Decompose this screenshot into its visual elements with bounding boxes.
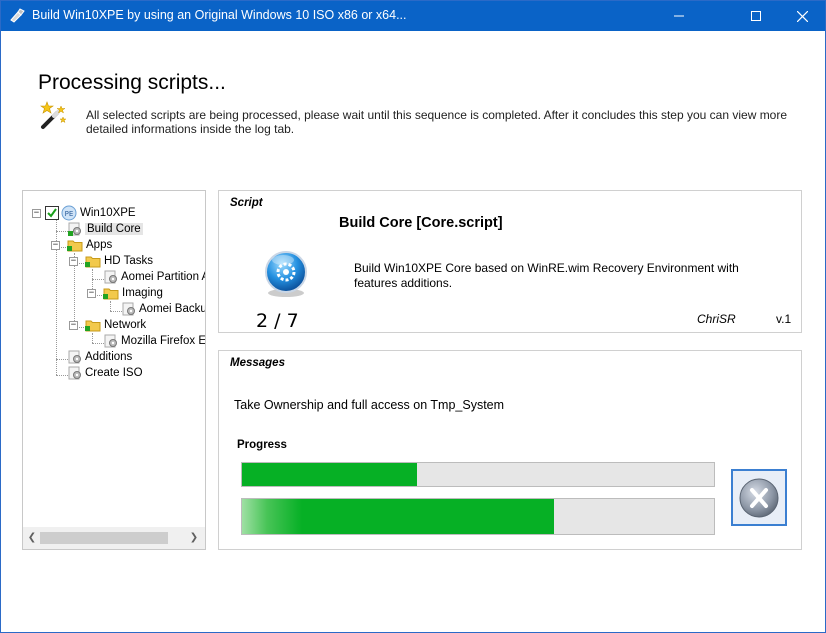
script-name: Build Core [Core.script] [339,215,503,231]
page-title: Processing scripts... [38,71,226,94]
close-icon [796,10,808,22]
tree-item-mozilla-firefox[interactable]: Mozilla Firefox ES [104,333,205,349]
checkbox-checked-icon[interactable] [45,206,59,220]
tree-item-label: HD Tasks [104,255,153,267]
tree-item-hd-tasks[interactable]: HD Tasks [85,253,153,269]
tree-item-additions[interactable]: Additions [68,349,132,365]
folder-icon [103,288,119,300]
tree-expander[interactable]: − [51,241,60,250]
script-progress-fill [242,463,417,486]
cancel-button[interactable] [731,469,787,526]
tree-item-label: Additions [85,351,133,363]
tree-item-label: Apps [86,239,113,251]
tree-item-network[interactable]: Network [85,317,146,333]
cancel-x-icon [739,478,779,517]
gear-ball-icon [265,251,307,297]
folder-icon [67,240,83,252]
maximize-button[interactable] [733,1,779,31]
folder-icon [85,256,101,268]
svg-text:PE: PE [65,210,74,218]
script-description: Build Win10XPE Core based on WinRE.wim R… [354,261,739,290]
tree-connector [92,343,104,344]
tree-item-label: Build Core [85,223,143,235]
tree-item-label: Win10XPE [80,207,136,219]
script-gear-icon [68,222,81,236]
folder-icon [85,320,101,332]
app-window: Build Win10XPE by using an Original Wind… [0,0,826,633]
tree-connector [92,333,93,343]
tree-connector [56,359,68,360]
tree-item-build-core[interactable]: Build Core [68,221,143,237]
tree-item-label: Aomei Backu [139,303,205,315]
project-icon: PE [61,205,77,221]
header-description: All selected scripts are being processed… [86,108,788,136]
window-title: Build Win10XPE by using an Original Wind… [32,8,407,22]
script-group: Script Build Core [Core.script] Build Wi… [218,190,802,333]
script-tree-panel: − − − − − PE Win10XPE Build Core Apps HD… [22,190,206,550]
script-gear-icon [68,350,81,364]
total-progress-bar [241,498,715,535]
minimize-icon [674,15,684,17]
tree-connector [56,375,68,376]
title-bar[interactable]: Build Win10XPE by using an Original Wind… [1,1,825,31]
script-gear-icon [104,270,117,284]
script-gear-icon [122,302,135,316]
tree-connector [110,301,111,311]
total-progress-fill [242,499,554,534]
scrollbar-thumb[interactable] [40,532,168,544]
tree-item-apps[interactable]: Apps [67,237,112,253]
script-gear-icon [104,334,117,348]
tree-item-imaging[interactable]: Imaging [103,285,163,301]
tree-item-label: Imaging [122,287,163,299]
tree-connector [56,231,68,232]
maximize-icon [751,11,761,21]
tree-item-label: Mozilla Firefox ES [121,335,205,347]
tree-item-aomei-backup[interactable]: Aomei Backu [122,301,205,317]
script-version: v.1 [776,312,792,326]
progress-label: Progress [237,439,287,451]
tree-connector [92,279,104,280]
tree-item-win10xpe[interactable]: PE Win10XPE [45,205,136,221]
script-progress-bar [241,462,715,487]
tree-item-aomei-partition[interactable]: Aomei Partition A [104,269,205,285]
script-counter: 2 / 7 [256,310,299,332]
script-tree[interactable]: − − − − − PE Win10XPE Build Core Apps HD… [23,191,205,527]
tree-item-label: Create ISO [85,367,143,379]
status-message: Take Ownership and full access on Tmp_Sy… [234,398,505,412]
script-gear-icon [68,366,81,380]
magic-wand-icon [40,101,67,129]
tree-horizontal-scrollbar[interactable]: ❮ ❯ [23,527,205,549]
messages-group-title: Messages [230,357,285,369]
tree-item-label: Aomei Partition A [121,271,205,283]
messages-group: Messages Take Ownership and full access … [218,350,802,550]
scroll-right-icon[interactable]: ❯ [187,531,201,545]
tree-expander[interactable]: − [32,209,41,218]
tree-expander[interactable]: − [87,289,96,298]
scroll-left-icon[interactable]: ❮ [25,531,39,545]
tree-expander[interactable]: − [69,257,78,266]
close-button[interactable] [779,1,825,31]
tree-connector [110,311,122,312]
script-author: ChriSR [697,312,736,326]
script-group-title: Script [230,197,263,209]
tree-expander[interactable]: − [69,321,78,330]
app-icon [10,8,25,23]
tree-item-label: Network [104,319,147,331]
minimize-button[interactable] [656,1,702,31]
header: Processing scripts... All selected scrip… [1,31,825,148]
tree-item-create-iso[interactable]: Create ISO [68,365,143,381]
